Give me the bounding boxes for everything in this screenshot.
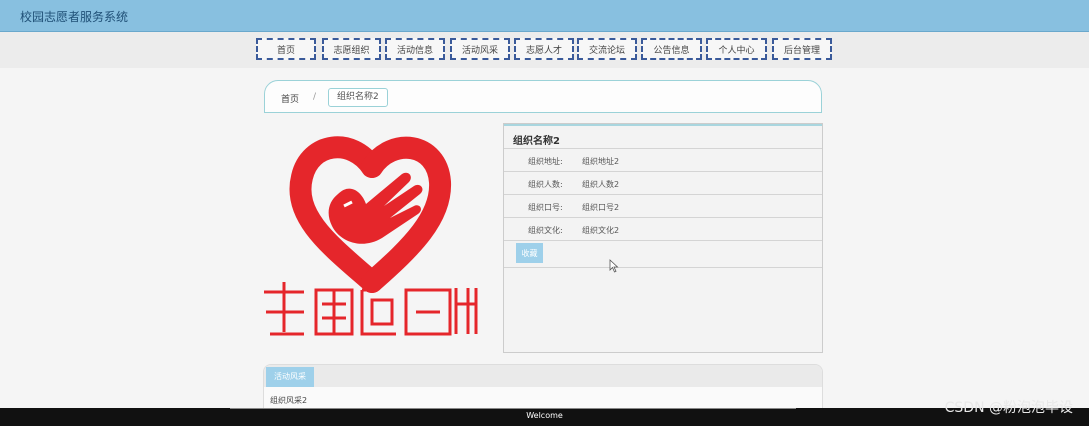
nav-announcements[interactable]: 公告信息 (641, 38, 702, 60)
nav-personal-center[interactable]: 个人中心 (706, 38, 767, 60)
tab-activity-style[interactable]: 活动风采 (266, 367, 314, 387)
footer-divider (230, 408, 796, 409)
org-address-value: 组织地址2 (582, 157, 620, 166)
tab-content: 组织风采2 (270, 396, 308, 405)
org-actions-row (504, 240, 822, 263)
collect-button[interactable]: 收藏 (516, 243, 543, 263)
nav-volunteer-talent[interactable]: 志愿人才 (514, 38, 574, 60)
org-culture-row: 组织文化: 组织文化2 (504, 217, 822, 240)
nav-activity-info[interactable]: 活动信息 (385, 38, 445, 60)
nav-volunteer-org[interactable]: 志愿组织 (322, 38, 381, 60)
org-culture-label: 组织文化: (528, 226, 563, 235)
nav-forum[interactable]: 交流论坛 (577, 38, 637, 60)
org-members-value: 组织人数2 (582, 180, 620, 189)
org-members-label: 组织人数: (528, 180, 563, 189)
breadcrumb: 首页 / 组织名称2 (264, 80, 822, 113)
org-slogan-label: 组织口号: (528, 203, 563, 212)
org-slogan-row: 组织口号: 组织口号2 (504, 194, 822, 217)
nav-home[interactable]: 首页 (256, 38, 316, 60)
org-culture-value: 组织文化2 (582, 226, 620, 235)
activity-tab-section: 活动风采 组织风采2 (263, 364, 823, 410)
nav-activity-style[interactable]: 活动风采 (450, 38, 510, 60)
breadcrumb-separator: / (313, 92, 317, 102)
watermark: CSDN @粉泡泡毕设 (944, 400, 1073, 416)
footer-welcome: Welcome (526, 411, 563, 420)
breadcrumb-home[interactable]: 首页 (281, 92, 299, 105)
org-info-panel: 组织名称2 组织地址: 组织地址2 组织人数: 组织人数2 组织口号: 组织口号… (503, 123, 823, 353)
tab-bar: 活动风采 (264, 365, 822, 387)
org-name-title: 组织名称2 (504, 124, 822, 148)
volunteer-logo-image (264, 136, 478, 336)
org-address-row: 组织地址: 组织地址2 (504, 148, 822, 171)
footer: Welcome (0, 408, 1089, 426)
org-slogan-value: 组织口号2 (582, 203, 620, 212)
nav-admin[interactable]: 后台管理 (772, 38, 832, 60)
panel-divider (504, 267, 822, 268)
top-header: 校园志愿者服务系统 (0, 0, 1089, 32)
app-title: 校园志愿者服务系统 (20, 10, 129, 24)
mouse-cursor-icon (609, 259, 619, 273)
org-members-row: 组织人数: 组织人数2 (504, 171, 822, 194)
org-address-label: 组织地址: (528, 157, 563, 166)
breadcrumb-current: 组织名称2 (328, 88, 388, 107)
